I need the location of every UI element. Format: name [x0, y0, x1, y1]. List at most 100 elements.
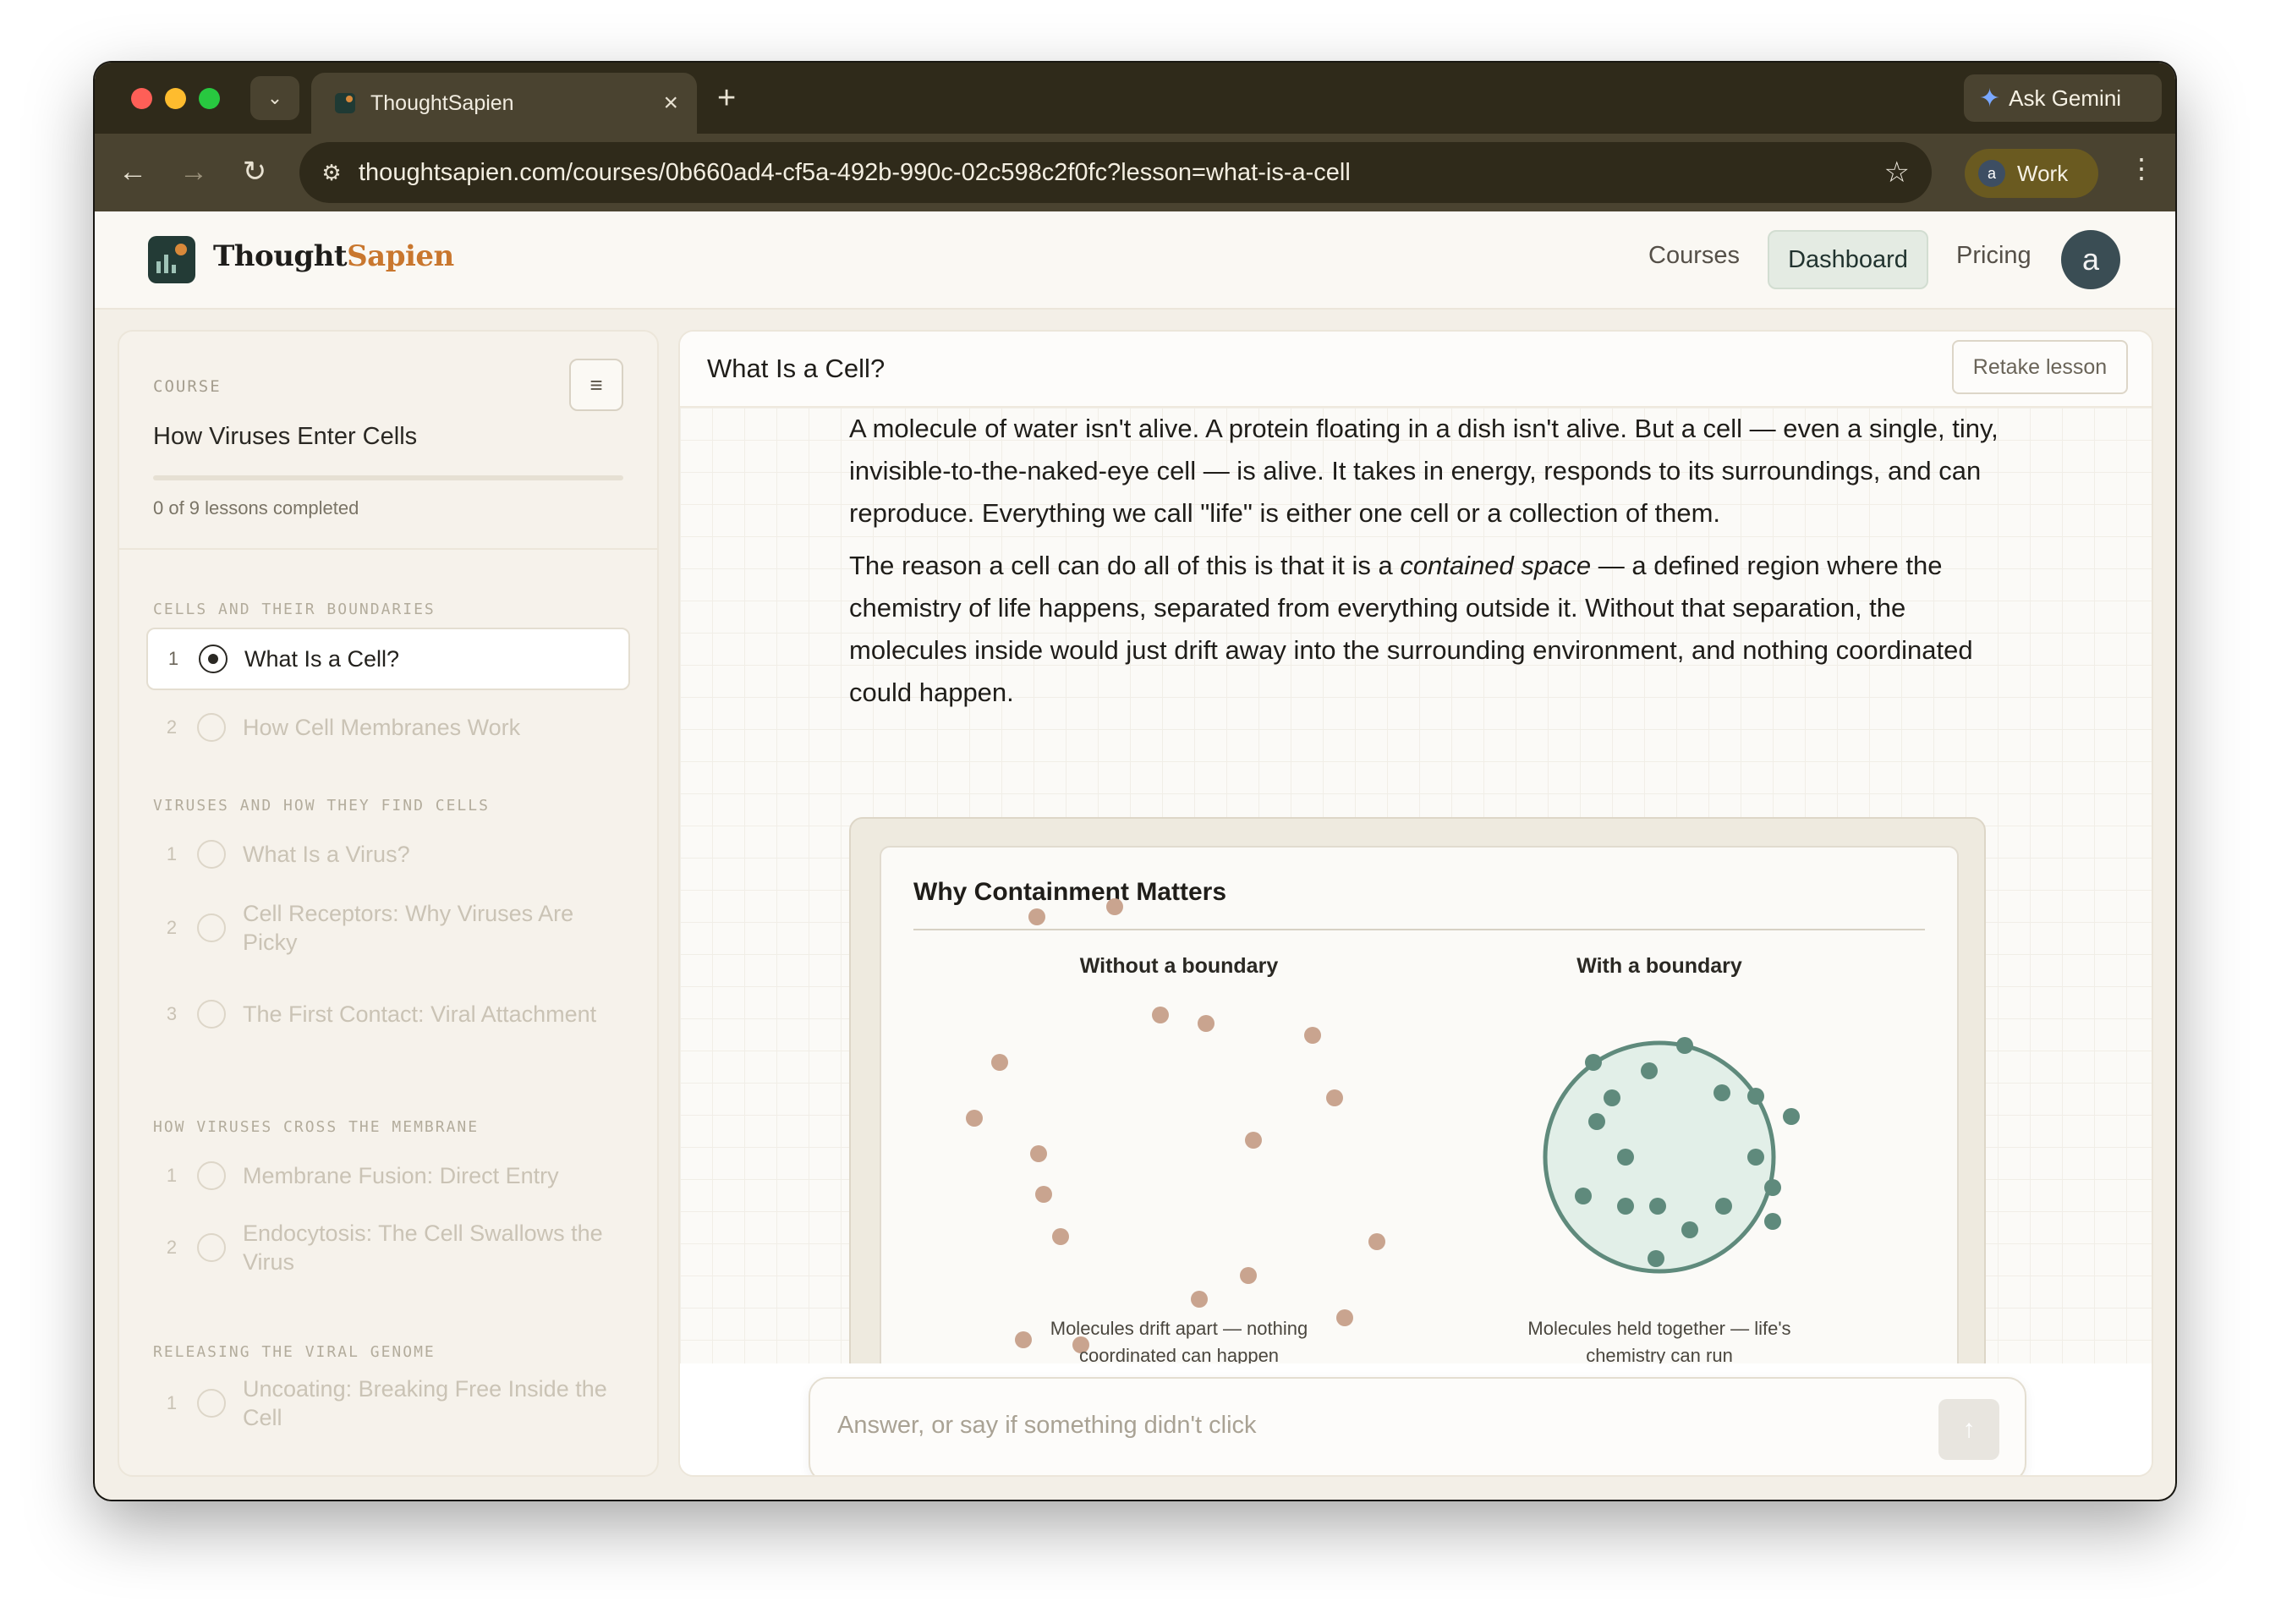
- course-progress-bar: [153, 475, 623, 480]
- held-molecule-dot: [1747, 1088, 1764, 1105]
- lesson-title: The First Contact: Viral Attachment: [243, 1001, 597, 1027]
- lesson-item-membrane-fusion[interactable]: 1 Membrane Fusion: Direct Entry: [146, 1149, 630, 1203]
- lesson-item-uncoating[interactable]: 1 Uncoating: Breaking Free Inside the Ce…: [146, 1367, 630, 1440]
- right-heading: With a boundary: [1576, 954, 1742, 978]
- answer-input[interactable]: [836, 1411, 1854, 1440]
- free-molecule-dot: [1152, 1007, 1169, 1023]
- lesson-title: Membrane Fusion: Direct Entry: [243, 1163, 559, 1188]
- held-molecule-dot: [1641, 1062, 1658, 1079]
- course-sidebar: COURSE ≡ How Viruses Enter Cells 0 of 9 …: [118, 330, 659, 1477]
- lesson-title: Uncoating: Breaking Free Inside the Cell: [243, 1376, 607, 1430]
- lesson-number: 3: [166, 1003, 178, 1024]
- lesson-item-what-is-a-virus[interactable]: 1 What Is a Virus?: [146, 827, 630, 881]
- profile-avatar: a: [1978, 160, 2005, 187]
- lesson-status-icon: [199, 645, 228, 673]
- free-molecule-dot: [1336, 1309, 1353, 1326]
- browser-tab[interactable]: ThoughtSapien ×: [311, 73, 697, 134]
- lesson-number: 1: [166, 1392, 178, 1413]
- logo-icon[interactable]: [148, 236, 195, 283]
- address-bar[interactable]: ⚙ thoughtsapien.com/courses/0b660ad4-cf5…: [299, 142, 1932, 203]
- retake-lesson-button[interactable]: Retake lesson: [1952, 340, 2128, 394]
- lesson-status-icon: [197, 914, 226, 942]
- forward-arrow-icon[interactable]: →: [173, 151, 215, 193]
- more-menu-icon[interactable]: ⋮: [2128, 152, 2155, 184]
- lesson-item-cell-membranes[interactable]: 2 How Cell Membranes Work: [146, 700, 630, 754]
- emphasis-text: contained space: [1400, 551, 1592, 580]
- url-text[interactable]: thoughtsapien.com/courses/0b660ad4-cf5a-…: [359, 159, 1884, 187]
- reload-icon[interactable]: ↻: [233, 151, 276, 193]
- nav-pricing-link[interactable]: Pricing: [1956, 242, 2031, 270]
- lesson-content[interactable]: A molecule of water isn't alive. A prote…: [680, 408, 2152, 1363]
- profile-button[interactable]: a Work: [1965, 149, 2098, 198]
- back-arrow-icon[interactable]: ←: [112, 151, 154, 193]
- free-molecule-dot: [1035, 1186, 1052, 1203]
- hamburger-icon: ≡: [589, 371, 603, 398]
- send-button[interactable]: ↑: [1938, 1399, 1999, 1460]
- lesson-number: 1: [167, 648, 179, 669]
- profile-label: Work: [2017, 160, 2069, 186]
- lesson-status-icon: [197, 840, 226, 869]
- logo-wordmark[interactable]: ThoughtSapien: [213, 239, 454, 273]
- new-tab-button[interactable]: +: [717, 81, 736, 115]
- nav-courses-link[interactable]: Courses: [1648, 242, 1740, 270]
- free-molecule-dot: [991, 1054, 1008, 1071]
- tab-search-button[interactable]: ⌄: [250, 76, 299, 120]
- held-molecule-dot: [1649, 1198, 1666, 1215]
- answer-box[interactable]: ↑: [809, 1377, 2026, 1475]
- free-molecule-dot: [1030, 1145, 1047, 1162]
- answer-area: ↑: [680, 1363, 2152, 1475]
- held-molecule-dot: [1715, 1198, 1732, 1215]
- lesson-title-heading: What Is a Cell?: [707, 354, 886, 383]
- section-label: VIRUSES AND HOW THEY FIND CELLS: [153, 797, 490, 815]
- held-molecule-dot: [1648, 1250, 1664, 1267]
- tab-title: ThoughtSapien: [370, 91, 514, 115]
- lesson-header: What Is a Cell? Retake lesson: [680, 332, 2152, 408]
- left-caption: Molecules drift apart — nothing coordinat…: [1050, 1318, 1308, 1363]
- lesson-number: 1: [166, 1165, 178, 1186]
- lesson-item-what-is-a-cell[interactable]: 1 What Is a Cell?: [146, 628, 630, 690]
- lesson-title: Cell Receptors: Why Viruses Are Picky: [243, 901, 574, 955]
- nav-dashboard-link[interactable]: Dashboard: [1768, 230, 1928, 289]
- free-molecule-dot: [1198, 1015, 1215, 1032]
- lesson-number: 2: [166, 917, 178, 938]
- containment-figure: Why Containment Matters Without a bounda…: [880, 846, 1959, 1363]
- lesson-item-endocytosis[interactable]: 2 Endocytosis: The Cell Swallows the Vir…: [146, 1211, 630, 1284]
- gemini-sparkle-icon: ✦: [1979, 84, 2001, 112]
- favicon-icon: [335, 93, 355, 113]
- lesson-panel: What Is a Cell? Retake lesson A molecule…: [678, 330, 2153, 1477]
- minimize-window-button[interactable]: [165, 88, 186, 109]
- chevron-down-icon: ⌄: [266, 87, 283, 108]
- free-molecule-dot: [1191, 1291, 1208, 1308]
- site-info-icon[interactable]: ⚙: [316, 160, 347, 186]
- browser-toolbar: ← → ↻ ⚙ thoughtsapien.com/courses/0b660a…: [95, 134, 2175, 211]
- free-molecule-dot: [966, 1110, 983, 1127]
- section-label: HOW VIRUSES CROSS THE MEMBRANE: [153, 1118, 480, 1136]
- close-window-button[interactable]: [131, 88, 152, 109]
- lesson-item-cell-receptors[interactable]: 2 Cell Receptors: Why Viruses Are Picky: [146, 892, 630, 964]
- sidebar-divider: [119, 548, 657, 550]
- arrow-up-icon: ↑: [1962, 1415, 1976, 1443]
- held-molecule-dot: [1676, 1037, 1693, 1054]
- free-molecule-dot: [1240, 1267, 1257, 1284]
- lesson-title: Endocytosis: The Cell Swallows the Virus: [243, 1221, 603, 1275]
- free-molecule-dot: [1028, 908, 1045, 925]
- free-molecule-dot: [1326, 1089, 1343, 1106]
- held-molecule-dot: [1604, 1089, 1620, 1106]
- containment-diagram: Without a boundary With a boundary Molec…: [966, 898, 1800, 1363]
- ask-gemini-label: Ask Gemini: [2009, 85, 2122, 111]
- bookmark-star-icon[interactable]: ☆: [1884, 156, 1910, 189]
- maximize-window-button[interactable]: [199, 88, 220, 109]
- free-molecule-dot: [1106, 898, 1123, 915]
- user-avatar[interactable]: a: [2061, 230, 2120, 289]
- held-molecule-dot: [1575, 1188, 1592, 1204]
- held-molecule-dot: [1585, 1054, 1602, 1071]
- held-molecule-dot: [1764, 1213, 1781, 1230]
- lesson-item-viral-attachment[interactable]: 3 The First Contact: Viral Attachment: [146, 978, 630, 1051]
- ask-gemini-button[interactable]: ✦ Ask Gemini: [1964, 74, 2162, 122]
- held-molecule-dot: [1681, 1221, 1698, 1238]
- sidebar-menu-button[interactable]: ≡: [569, 359, 623, 411]
- lesson-title: What Is a Virus?: [243, 842, 410, 867]
- held-molecule-dot: [1713, 1084, 1730, 1101]
- lesson-status-icon: [197, 1000, 226, 1029]
- close-icon[interactable]: ×: [663, 89, 678, 118]
